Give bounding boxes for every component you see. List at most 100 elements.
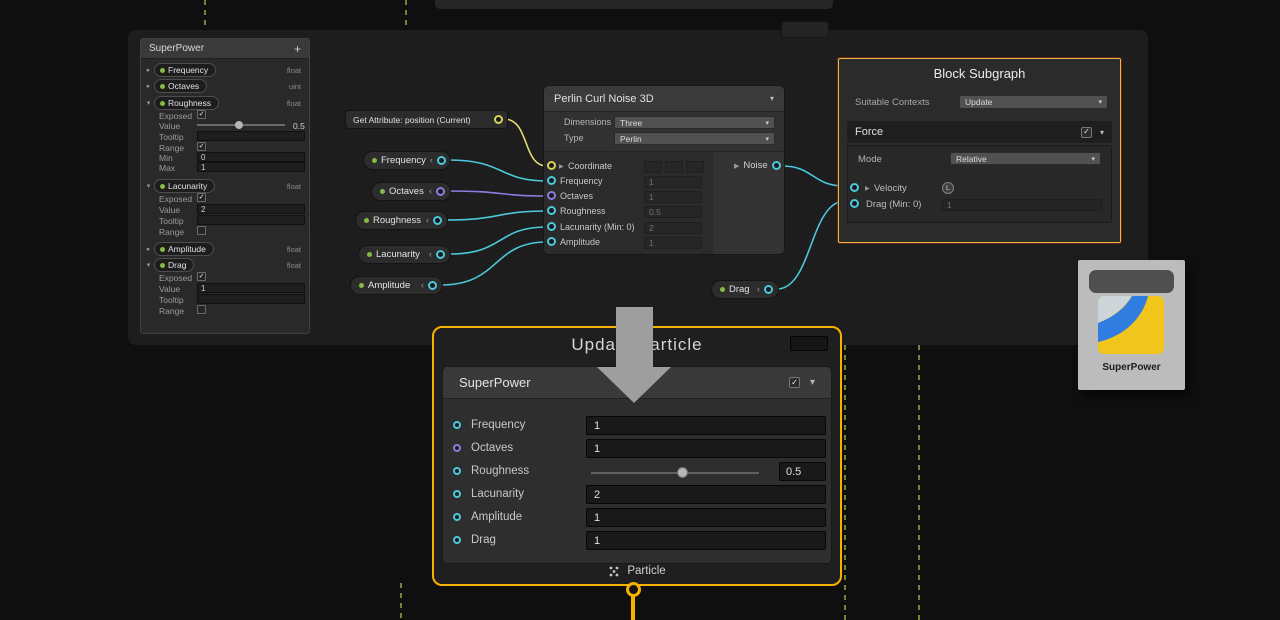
dimensions-dropdown[interactable]: Three ▾ (614, 116, 775, 129)
node-header[interactable]: Perlin Curl Noise 3D ▾ (544, 86, 784, 112)
value-field[interactable]: 1 (197, 283, 305, 293)
range-checkbox[interactable]: ✓ (197, 142, 206, 151)
chevron-down-icon[interactable]: ▾ (810, 377, 815, 388)
collapse-icon[interactable]: ‹ (757, 285, 760, 294)
suitable-contexts-dropdown[interactable]: Update ▾ (959, 95, 1108, 109)
expander-triangle-icon[interactable]: ▶ (865, 185, 870, 192)
input-field[interactable]: 1 (644, 191, 702, 203)
roughness-field[interactable]: 0.5 (779, 462, 826, 481)
param-node-roughness[interactable]: Roughness ‹ (355, 211, 448, 230)
output-port[interactable] (436, 250, 445, 259)
output-port[interactable] (494, 115, 503, 124)
expander-icon[interactable]: ▾ (143, 182, 154, 190)
input-port[interactable] (453, 536, 461, 544)
mode-dropdown[interactable]: Relative ▾ (950, 152, 1101, 165)
property-pill[interactable]: Drag (154, 258, 194, 272)
output-port[interactable] (764, 285, 773, 294)
exposed-checkbox[interactable]: ✓ (197, 110, 206, 119)
expander-icon[interactable]: ▸ (143, 245, 154, 253)
tooltip-field[interactable] (197, 215, 305, 225)
property-pill[interactable]: Lacunarity (154, 179, 215, 193)
force-section-header[interactable]: Force ✓ ▾ (847, 121, 1112, 143)
input-port[interactable] (547, 237, 556, 246)
blackboard-item-amplitude[interactable]: ▸ Amplitude float (143, 242, 307, 256)
input-field[interactable]: 0.5 (644, 206, 702, 218)
coordinate-x-field[interactable] (644, 161, 662, 173)
block-subgraph-panel[interactable]: Block Subgraph Suitable Contexts Update … (838, 58, 1121, 243)
exposed-checkbox[interactable]: ✓ (197, 272, 206, 281)
context-flow-anchor[interactable] (626, 582, 641, 597)
property-pill[interactable]: Roughness (154, 96, 219, 110)
blackboard-item-octaves[interactable]: ▸ Octaves uint (143, 79, 307, 93)
output-port[interactable] (437, 156, 446, 165)
collapse-icon[interactable]: ‹ (429, 250, 432, 259)
param-node-frequency[interactable]: Frequency ‹ (363, 151, 451, 170)
range-checkbox[interactable] (197, 226, 206, 235)
superpower-asset-card[interactable]: SuperPower (1078, 260, 1185, 390)
roughness-slider[interactable] (591, 472, 759, 474)
add-property-button[interactable]: + (294, 43, 301, 55)
input-port[interactable] (453, 490, 461, 498)
context-capacity-field[interactable] (790, 336, 828, 351)
max-field[interactable]: 1 (197, 162, 305, 172)
expander-icon[interactable]: ▾ (143, 99, 154, 107)
chevron-down-icon[interactable]: ▾ (770, 94, 774, 103)
get-attribute-node[interactable]: Get Attribute: position (Current) (345, 110, 508, 129)
blackboard-item-drag[interactable]: ▾ Drag float (143, 258, 307, 272)
property-pill[interactable]: Amplitude (154, 242, 214, 256)
param-node-lacunarity[interactable]: Lacunarity ‹ (358, 245, 451, 264)
tooltip-field[interactable] (197, 294, 305, 304)
param-node-octaves[interactable]: Octaves ‹ (371, 182, 451, 201)
collapse-icon[interactable]: ‹ (426, 216, 429, 225)
type-dropdown[interactable]: Perlin ▾ (614, 132, 775, 145)
coordinate-y-field[interactable] (665, 161, 683, 173)
expander-icon[interactable]: ▸ (143, 82, 154, 90)
property-pill[interactable]: Octaves (154, 79, 207, 93)
input-port[interactable] (453, 444, 461, 452)
octaves-field[interactable]: 1 (586, 439, 826, 458)
value-field[interactable]: 2 (197, 204, 305, 214)
input-port[interactable] (453, 513, 461, 521)
collapse-icon[interactable]: ‹ (430, 156, 433, 165)
tooltip-field[interactable] (197, 131, 305, 141)
collapse-icon[interactable]: ‹ (421, 281, 424, 290)
drag-field[interactable]: 1 (942, 199, 1102, 211)
min-field[interactable]: 0 (197, 152, 305, 162)
perlin-curl-noise-node[interactable]: Perlin Curl Noise 3D ▾ Dimensions Three … (543, 85, 785, 255)
output-port[interactable] (436, 187, 445, 196)
blackboard-item-roughness[interactable]: ▾ Roughness float (143, 96, 307, 110)
output-port[interactable] (428, 281, 437, 290)
expander-icon[interactable]: ▸ (143, 66, 154, 74)
input-port[interactable] (547, 161, 556, 170)
drag-input-port[interactable] (850, 199, 859, 208)
input-field[interactable]: 1 (644, 176, 702, 188)
local-space-badge[interactable]: L (942, 182, 954, 194)
slider-handle[interactable] (677, 467, 688, 478)
collapse-icon[interactable]: ‹ (429, 187, 432, 196)
output-port[interactable] (433, 216, 442, 225)
block-enabled-checkbox[interactable]: ✓ (789, 377, 800, 388)
input-port[interactable] (547, 191, 556, 200)
exposed-checkbox[interactable]: ✓ (197, 193, 206, 202)
lacunarity-field[interactable]: 2 (586, 485, 826, 504)
blackboard-item-lacunarity[interactable]: ▾ Lacunarity float (143, 179, 307, 193)
param-node-amplitude[interactable]: Amplitude ‹ (350, 276, 443, 295)
force-checkbox[interactable]: ✓ (1081, 127, 1092, 138)
frequency-field[interactable]: 1 (586, 416, 826, 435)
blackboard-header[interactable]: SuperPower + (141, 39, 309, 59)
blackboard-item-frequency[interactable]: ▸ Frequency float (143, 63, 307, 77)
input-field[interactable]: 1 (644, 237, 702, 249)
input-port[interactable] (547, 222, 556, 231)
param-node-drag[interactable]: Drag ‹ (711, 280, 779, 299)
velocity-input-port[interactable] (850, 183, 859, 192)
drag-field[interactable]: 1 (586, 531, 826, 550)
slider-handle[interactable] (235, 121, 243, 129)
input-port[interactable] (547, 206, 556, 215)
input-field[interactable]: 2 (644, 222, 702, 234)
expander-triangle-icon[interactable]: ▶ (559, 163, 564, 170)
input-port[interactable] (453, 421, 461, 429)
output-port[interactable] (772, 161, 781, 170)
input-port[interactable] (547, 176, 556, 185)
property-pill[interactable]: Frequency (154, 63, 216, 77)
amplitude-field[interactable]: 1 (586, 508, 826, 527)
